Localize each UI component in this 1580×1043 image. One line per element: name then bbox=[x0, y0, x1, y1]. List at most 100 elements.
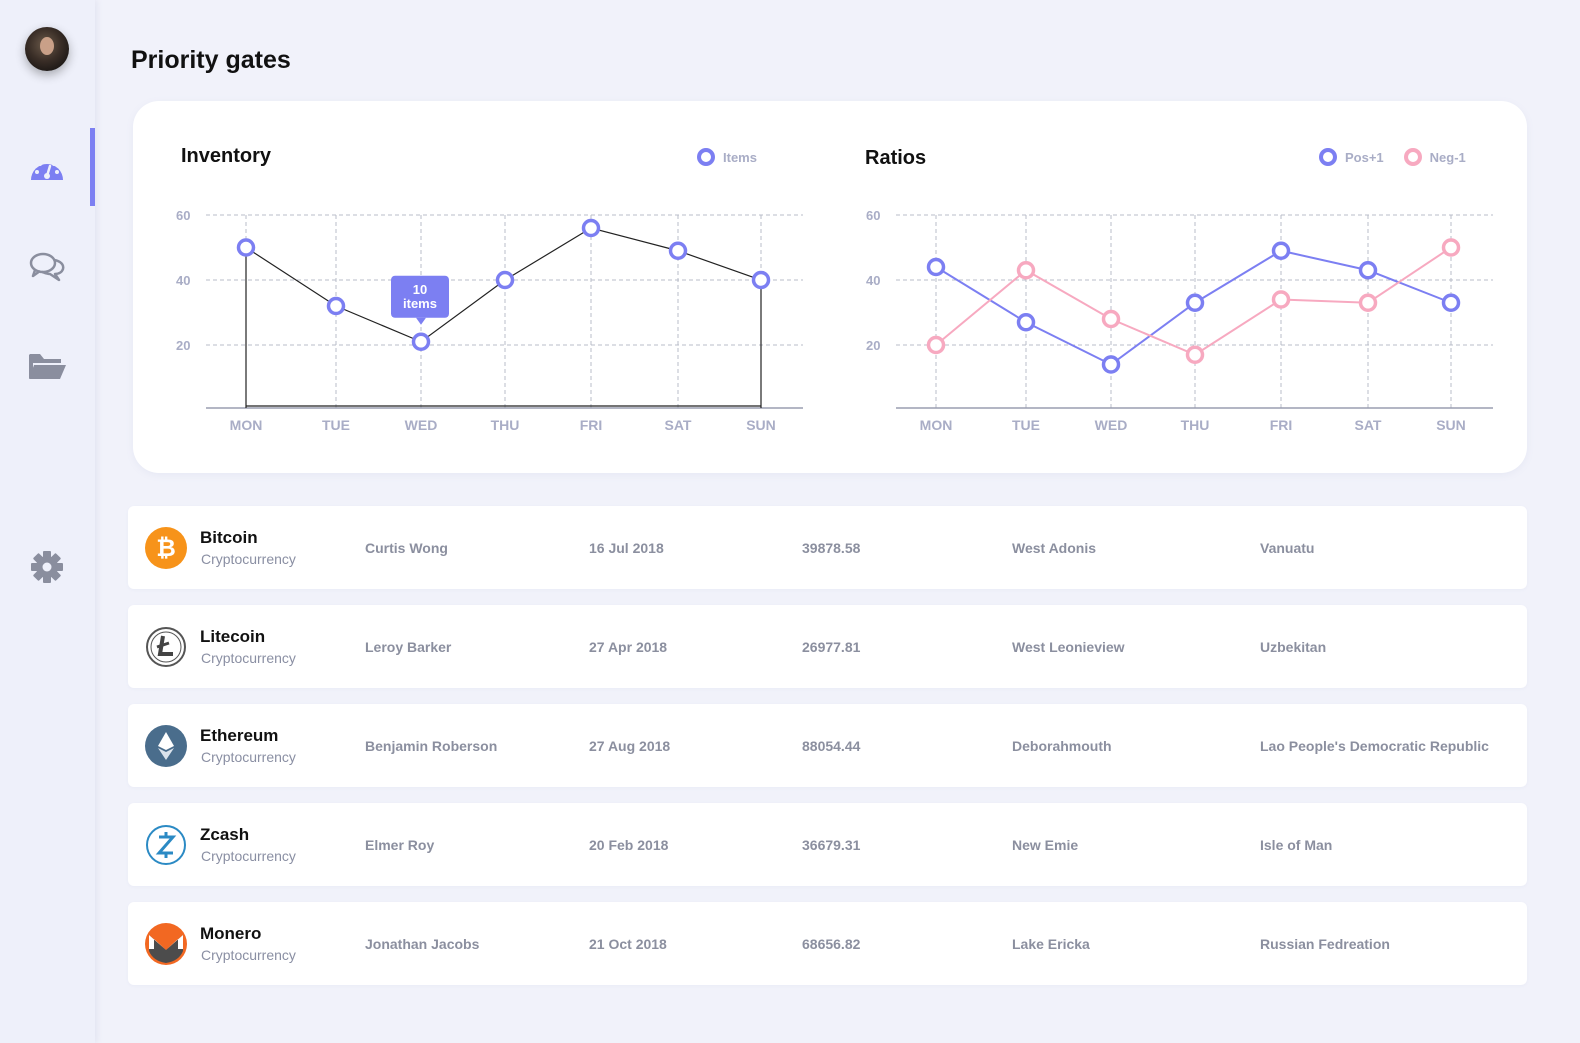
legend-dot-icon bbox=[1319, 148, 1337, 166]
table-row[interactable]: Monero Cryptocurrency Jonathan Jacobs 21… bbox=[128, 902, 1527, 985]
sidebar bbox=[0, 0, 95, 1043]
data-point bbox=[411, 332, 431, 351]
x-tick-label: FRI bbox=[580, 417, 603, 433]
person-cell: Leroy Barker bbox=[365, 639, 452, 655]
avatar[interactable] bbox=[25, 27, 69, 71]
y-tick-label: 60 bbox=[866, 208, 880, 223]
person-cell: Jonathan Jacobs bbox=[365, 936, 480, 952]
coin-name: Bitcoin bbox=[200, 528, 258, 547]
ratios-chart-title: Ratios bbox=[865, 147, 927, 169]
table-row[interactable]: Ethereum Cryptocurrency Benjamin Roberso… bbox=[128, 704, 1527, 787]
data-point bbox=[926, 257, 946, 277]
gear-icon bbox=[31, 551, 63, 583]
x-tick-label: WED bbox=[1095, 417, 1128, 433]
data-point bbox=[1185, 293, 1205, 312]
monero-icon-glyph bbox=[149, 935, 183, 963]
x-tick-label: SAT bbox=[665, 417, 692, 433]
legend-label: Pos+1 bbox=[1345, 149, 1384, 165]
x-tick-label: TUE bbox=[322, 417, 350, 433]
legend-label: Items bbox=[723, 149, 757, 165]
y-tick-label: 60 bbox=[176, 208, 190, 223]
y-tick-label: 20 bbox=[176, 338, 190, 353]
city-cell: Lake Ericka bbox=[1012, 936, 1090, 952]
data-point bbox=[1358, 293, 1378, 312]
svg-text:₿: ₿ bbox=[156, 535, 176, 562]
coin-type: Cryptocurrency bbox=[201, 551, 296, 567]
x-tick-label: TUE bbox=[1012, 417, 1040, 433]
table-row[interactable]: ₿ Bitcoin Cryptocurrency Curtis Wong 16 … bbox=[128, 506, 1527, 589]
legend-item-items[interactable]: Items bbox=[697, 148, 757, 166]
zcash-icon bbox=[145, 824, 187, 866]
person-cell: Elmer Roy bbox=[365, 837, 435, 853]
x-tick-label: THU bbox=[491, 417, 520, 433]
inventory-chart-title: Inventory bbox=[181, 145, 272, 167]
x-tick-label: MON bbox=[920, 417, 953, 433]
y-tick-label: 40 bbox=[176, 273, 190, 288]
data-point bbox=[1271, 241, 1291, 260]
nav-item-files[interactable] bbox=[27, 348, 67, 384]
zcash-icon-glyph bbox=[146, 825, 186, 865]
inventory-legend: Items bbox=[697, 148, 769, 166]
person-cell: Benjamin Roberson bbox=[365, 738, 498, 754]
date-cell: 16 Jul 2018 bbox=[589, 540, 664, 556]
tooltip-unit: items bbox=[403, 296, 437, 311]
x-tick-label: FRI bbox=[1270, 417, 1293, 433]
ethereum-icon bbox=[145, 725, 187, 767]
table-row[interactable]: Zcash Cryptocurrency Elmer Roy 20 Feb 20… bbox=[128, 803, 1527, 886]
ethereum-icon-glyph bbox=[158, 732, 174, 760]
city-cell: West Leonieview bbox=[1012, 639, 1125, 655]
x-tick-label: MON bbox=[230, 417, 263, 433]
amount-cell: 68656.82 bbox=[802, 936, 861, 952]
legend-item-neg[interactable]: Neg-1 bbox=[1403, 148, 1466, 166]
data-point bbox=[1016, 313, 1036, 332]
amount-cell: 26977.81 bbox=[802, 639, 861, 655]
nav-item-messages[interactable] bbox=[27, 249, 67, 285]
ratios-chart: 20 40 60 MON TUE WED THU FRI SAT SUN bbox=[866, 208, 1493, 433]
tooltip-value: 10 bbox=[413, 282, 427, 297]
data-point bbox=[1185, 345, 1205, 364]
coin-name: Litecoin bbox=[200, 627, 266, 646]
data-point bbox=[926, 335, 946, 355]
bitcoin-icon: ₿ bbox=[145, 527, 187, 569]
charts-card: Inventory Items Ratios Pos+1 Neg-1 20 40 6… bbox=[133, 101, 1527, 473]
legend-dot-icon bbox=[1403, 148, 1422, 166]
nav-item-settings[interactable] bbox=[27, 549, 67, 585]
y-tick-label: 20 bbox=[866, 338, 880, 353]
city-cell: New Emie bbox=[1012, 837, 1079, 853]
page-title: Priority gates bbox=[131, 46, 291, 74]
inventory-chart: 20 40 60 MON TUE WED THU FRI SAT SUN 10items bbox=[176, 208, 803, 433]
date-cell: 27 Aug 2018 bbox=[589, 738, 671, 754]
data-point bbox=[1271, 290, 1291, 309]
y-tick-label: 40 bbox=[866, 273, 880, 288]
nav-item-dashboard[interactable] bbox=[27, 150, 67, 186]
data-point bbox=[1358, 261, 1378, 280]
legend-item-pos[interactable]: Pos+1 bbox=[1319, 148, 1384, 166]
speedometer-icon bbox=[31, 158, 63, 180]
country-cell: Isle of Man bbox=[1260, 837, 1333, 853]
amount-cell: 88054.44 bbox=[802, 738, 861, 754]
coin-name: Zcash bbox=[200, 825, 250, 844]
city-cell: Deborahmouth bbox=[1012, 738, 1112, 754]
data-point bbox=[495, 270, 515, 290]
coin-name: Ethereum bbox=[200, 726, 279, 745]
country-cell: Uzbekitan bbox=[1260, 639, 1327, 655]
x-tick-label: THU bbox=[1181, 417, 1210, 433]
data-point bbox=[1101, 309, 1121, 329]
table-row[interactable]: Litecoin Cryptocurrency Leroy Barker 27 … bbox=[128, 605, 1527, 688]
monero-icon bbox=[145, 923, 187, 965]
person-cell: Curtis Wong bbox=[365, 540, 448, 556]
coin-type: Cryptocurrency bbox=[201, 650, 296, 666]
x-tick-label: SUN bbox=[746, 417, 776, 433]
data-point bbox=[1101, 355, 1121, 374]
city-cell: West Adonis bbox=[1012, 540, 1097, 556]
data-point bbox=[326, 296, 346, 316]
nav-active-indicator bbox=[90, 128, 95, 206]
litecoin-icon-glyph bbox=[146, 627, 186, 667]
data-point bbox=[1016, 261, 1036, 280]
country-cell: Russian Fedreation bbox=[1260, 936, 1390, 952]
chat-bubbles-icon bbox=[29, 252, 65, 282]
tooltip: 10items bbox=[391, 275, 449, 325]
coin-name: Monero bbox=[200, 924, 262, 943]
data-point bbox=[1441, 238, 1461, 257]
date-cell: 27 Apr 2018 bbox=[589, 639, 668, 655]
